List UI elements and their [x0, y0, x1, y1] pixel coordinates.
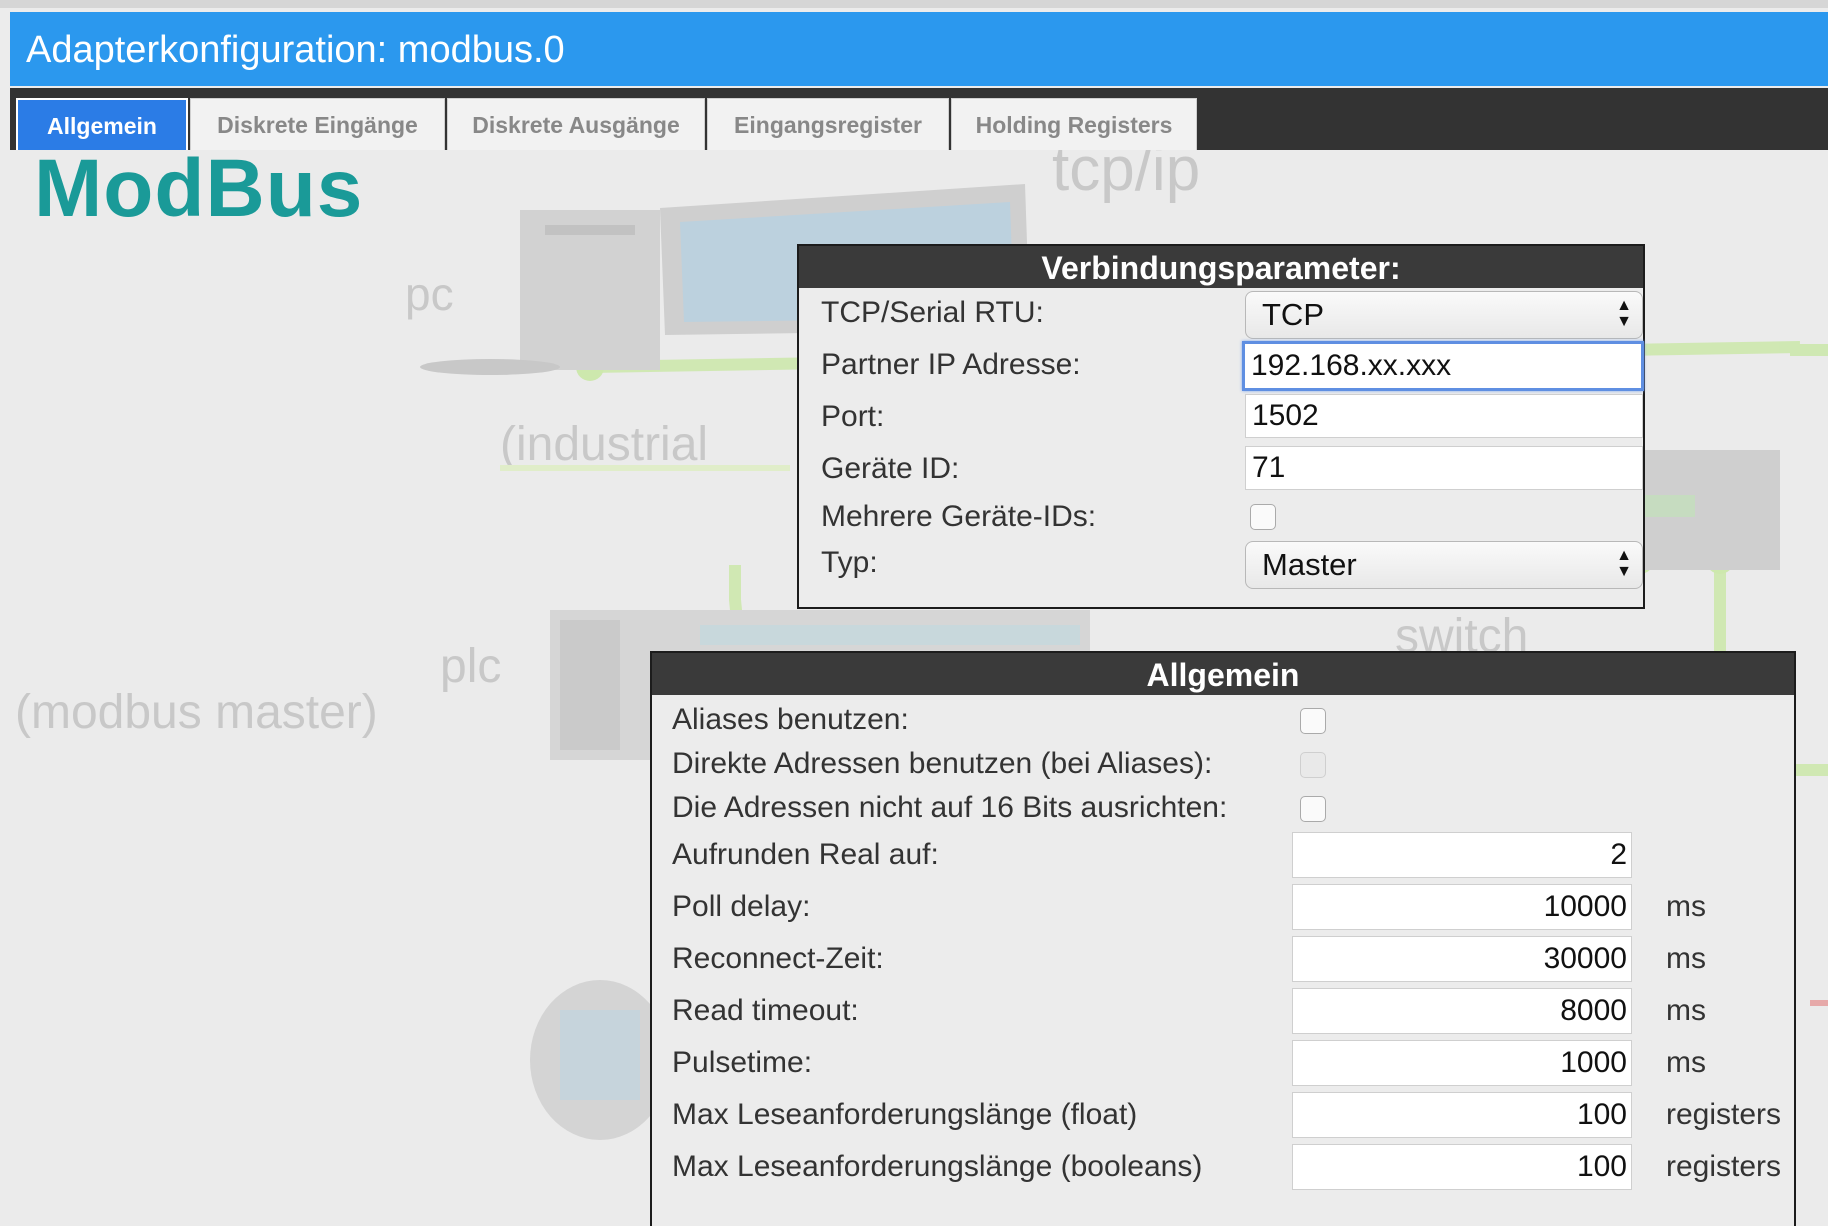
reconnect-input[interactable] [1292, 936, 1632, 982]
pc-label: pc [405, 268, 454, 320]
max-float-label: Max Leseanforderungslänge (float) [672, 1098, 1138, 1131]
ip-label: Partner IP Adresse: [821, 348, 1081, 381]
hmi-device-icon [530, 980, 670, 1140]
multi-ids-checkbox[interactable] [1250, 504, 1276, 530]
aliases-checkbox[interactable] [1300, 708, 1326, 734]
pulsetime-label: Pulsetime: [672, 1046, 813, 1079]
port-input[interactable] [1245, 394, 1643, 438]
mode-label: TCP/Serial RTU: [821, 296, 1044, 329]
tcpip-label: tcp/ip [1052, 150, 1200, 204]
device-id-input[interactable] [1245, 446, 1643, 490]
poll-delay-input[interactable] [1292, 884, 1632, 930]
max-bool-label: Max Leseanforderungslänge (booleans) [672, 1150, 1203, 1183]
edge-marker [1810, 1000, 1828, 1006]
read-timeout-unit: ms [1666, 994, 1706, 1027]
max-float-unit: registers [1666, 1098, 1782, 1131]
mode-select[interactable]: TCP ▲ ▼ [1245, 291, 1643, 339]
tab-holding-registers[interactable]: Holding Registers [951, 98, 1197, 150]
poll-delay-label: Poll delay: [672, 890, 811, 923]
connection-panel: Verbindungsparameter: TCP/Serial RTU: TC… [797, 244, 1645, 609]
type-select[interactable]: Master ▲ ▼ [1245, 541, 1643, 589]
direct-addresses-label: Direkte Adressen benutzen (bei Aliases): [672, 747, 1213, 780]
reconnect-unit: ms [1666, 942, 1706, 975]
reconnect-label: Reconnect-Zeit: [672, 942, 884, 975]
mode-select-value: TCP [1262, 297, 1324, 332]
top-border [0, 0, 1828, 8]
plc-label: plc [440, 640, 501, 693]
read-timeout-input[interactable] [1292, 988, 1632, 1034]
tab-bar: Allgemein Diskrete Eingänge Diskrete Aus… [10, 88, 1828, 150]
general-panel-title: Allgemein [652, 653, 1794, 695]
no-align-label: Die Adressen nicht auf 16 Bits ausrichte… [672, 791, 1228, 824]
ip-input[interactable] [1242, 341, 1644, 391]
port-label: Port: [821, 400, 885, 433]
type-label: Typ: [821, 546, 878, 579]
read-timeout-label: Read timeout: [672, 994, 859, 1027]
no-align-checkbox[interactable] [1300, 796, 1326, 822]
select-arrows-icon: ▲ ▼ [1616, 297, 1632, 330]
device-id-label: Geräte ID: [821, 452, 960, 485]
industrial-label: (industrial [500, 418, 708, 471]
direct-addresses-checkbox[interactable] [1300, 752, 1326, 778]
tab-diskrete-ausgaenge[interactable]: Diskrete Ausgänge [447, 98, 705, 150]
max-bool-unit: registers [1666, 1150, 1782, 1183]
pulsetime-input[interactable] [1292, 1040, 1632, 1086]
pulsetime-unit: ms [1666, 1046, 1706, 1079]
select-arrows-icon: ▲ ▼ [1616, 547, 1632, 580]
window-title: Adapterkonfiguration: modbus.0 [10, 12, 1828, 86]
aliases-label: Aliases benutzen: [672, 703, 909, 736]
poll-delay-unit: ms [1666, 890, 1706, 923]
max-bool-input[interactable] [1292, 1144, 1632, 1190]
connection-panel-title: Verbindungsparameter: [799, 246, 1643, 288]
modbus-logo: ModBus [34, 143, 364, 234]
tab-eingangsregister[interactable]: Eingangsregister [707, 98, 949, 150]
modbus-master-label: (modbus master) [15, 686, 378, 739]
round-real-label: Aufrunden Real auf: [672, 838, 939, 871]
pc-tower-icon [420, 210, 660, 375]
general-panel: Allgemein Aliases benutzen: Direkte Adre… [650, 651, 1796, 1226]
type-select-value: Master [1262, 547, 1357, 582]
round-real-input[interactable] [1292, 832, 1632, 878]
max-float-input[interactable] [1292, 1092, 1632, 1138]
multi-ids-label: Mehrere Geräte-IDs: [821, 500, 1097, 533]
